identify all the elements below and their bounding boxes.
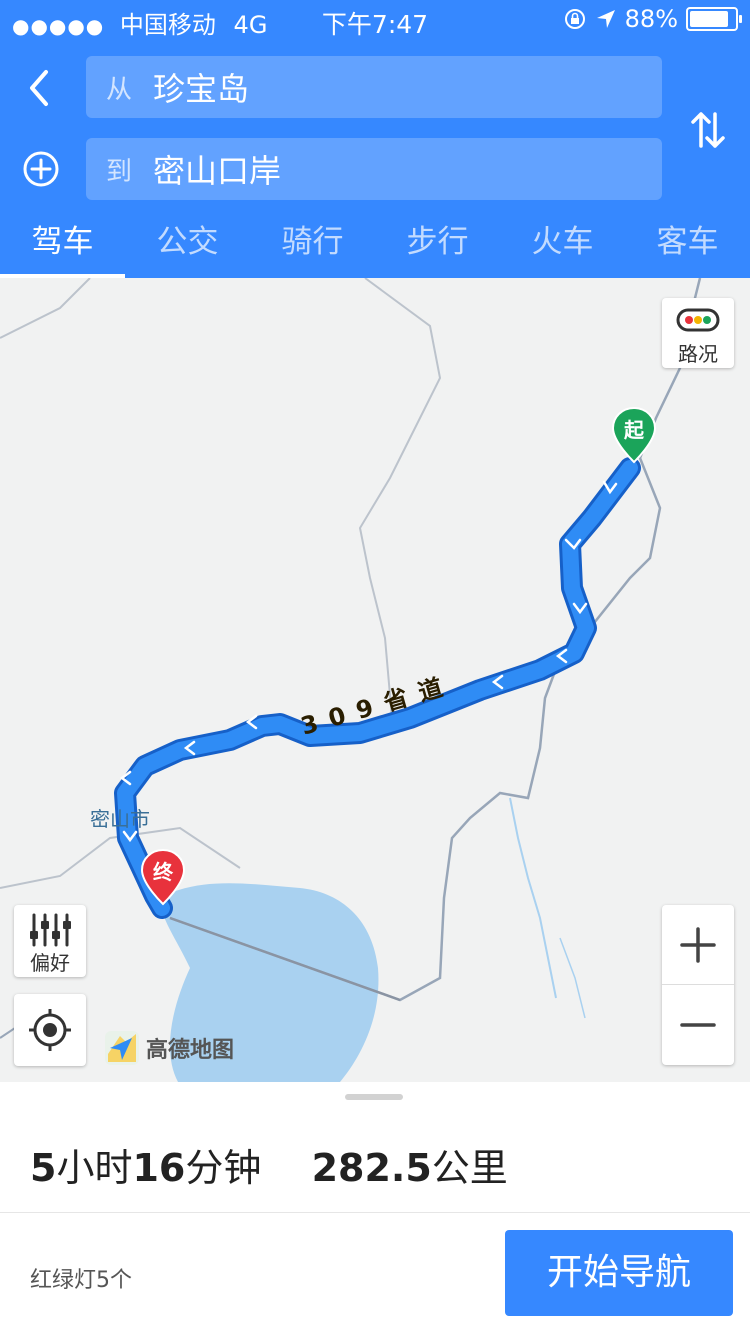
distance-unit: 公里 — [431, 1146, 508, 1190]
road — [358, 278, 442, 719]
traffic-light-icon — [676, 308, 720, 332]
plus-icon — [680, 927, 716, 963]
add-waypoint-icon[interactable] — [22, 150, 60, 188]
traffic-lights-count: 红绿灯5个 — [30, 1268, 132, 1293]
start-marker[interactable]: 起 — [611, 406, 657, 466]
destination-prefix: 到 — [106, 156, 133, 187]
duration-minutes-unit: 分钟 — [185, 1146, 262, 1190]
sliders-icon — [30, 913, 71, 947]
duration-hours-unit: 小时 — [56, 1146, 133, 1190]
tab-cycling[interactable]: 骑行 — [250, 210, 375, 278]
drag-handle[interactable] — [345, 1094, 403, 1100]
tab-walking[interactable]: 步行 — [375, 210, 500, 278]
destination-value: 密山口岸 — [153, 152, 282, 190]
duration-minutes: 16 — [132, 1146, 186, 1190]
battery-icon — [686, 7, 742, 31]
origin-field[interactable]: 从 珍宝岛 — [86, 56, 662, 118]
divider — [0, 1212, 750, 1213]
map-canvas — [0, 278, 702, 1082]
end-marker[interactable]: 终 — [140, 848, 186, 908]
town-label: 密山市 — [90, 807, 150, 831]
tab-driving[interactable]: 驾车 — [0, 210, 125, 278]
route-header: ●●●●● 中国移动 4G 下午7:47 88% 从 珍宝岛 到 密山口岸 驾车… — [0, 0, 750, 278]
distance-value: 282.5 — [311, 1146, 432, 1190]
minus-icon — [680, 1023, 716, 1027]
origin-value: 珍宝岛 — [153, 70, 250, 108]
map-view[interactable]: 309省道 密山市 起 终 路况 偏好 高德地图 — [0, 278, 750, 1082]
tab-bus[interactable]: 公交 — [125, 210, 250, 278]
stream — [509, 797, 557, 999]
duration-hours: 5 — [30, 1146, 57, 1190]
zoom-in-button[interactable] — [662, 905, 734, 985]
zoom-control — [662, 905, 734, 1065]
amap-logo-icon — [105, 1031, 139, 1065]
rotation-lock-icon — [564, 9, 585, 29]
back-icon[interactable] — [20, 64, 60, 112]
destination-field[interactable]: 到 密山口岸 — [86, 138, 662, 200]
tab-coach[interactable]: 客车 — [625, 210, 750, 278]
battery-percent: 88% — [624, 5, 678, 33]
traffic-button-label: 路况 — [678, 342, 718, 366]
origin-prefix: 从 — [106, 74, 133, 105]
status-right: 88% — [563, 5, 742, 33]
locate-icon — [29, 1009, 71, 1051]
location-arrow-icon — [596, 10, 615, 28]
route-summary-panel: 5小时16分钟 282.5公里 红绿灯5个 开始导航 — [0, 1082, 750, 1334]
stream — [559, 937, 586, 1019]
start-navigation-button[interactable]: 开始导航 — [505, 1230, 733, 1316]
route-summary: 5小时16分钟 282.5公里 — [30, 1137, 508, 1192]
start-marker-label: 起 — [624, 418, 644, 442]
tab-train[interactable]: 火车 — [500, 210, 625, 278]
transport-tabs: 驾车 公交 骑行 步行 火车 客车 — [0, 210, 750, 278]
zoom-out-button[interactable] — [662, 985, 734, 1065]
status-bar: ●●●●● 中国移动 4G 下午7:47 88% — [0, 0, 750, 40]
amap-logo: 高德地图 — [104, 1030, 234, 1066]
preference-button[interactable]: 偏好 — [14, 905, 86, 977]
swap-icon[interactable] — [688, 108, 728, 152]
preference-button-label: 偏好 — [30, 951, 70, 975]
amap-logo-text: 高德地图 — [146, 1038, 235, 1063]
end-marker-label: 终 — [153, 860, 173, 884]
locate-button[interactable] — [14, 994, 86, 1066]
traffic-button[interactable]: 路况 — [662, 298, 734, 368]
road — [0, 278, 91, 339]
